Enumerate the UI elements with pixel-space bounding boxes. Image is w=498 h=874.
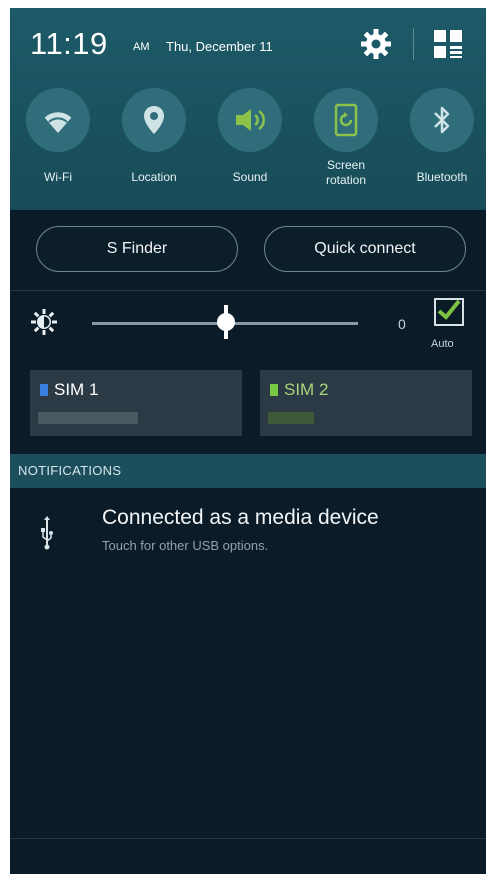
location-pin-icon (144, 106, 164, 134)
divider (10, 290, 486, 291)
sim1-card[interactable]: SIM 1 (30, 370, 242, 436)
divider (10, 838, 486, 839)
sim1-network-bar (38, 412, 138, 424)
brightness-value: 0 (398, 316, 406, 332)
divider (413, 28, 414, 60)
grid-edit-icon (434, 30, 462, 58)
toggle-wifi-circle (26, 88, 90, 152)
sim-card-icon (40, 384, 48, 396)
auto-brightness-checkbox[interactable] (434, 298, 464, 326)
quick-settings-panel: 11:19 AM Thu, December 11 Wi-Fi Location… (10, 8, 486, 210)
sim2-card[interactable]: SIM 2 (260, 370, 472, 436)
toggle-bluetooth-circle (410, 88, 474, 152)
brightness-slider-thumb[interactable] (217, 313, 235, 331)
toggle-wifi[interactable]: Wi-Fi (10, 88, 106, 203)
notification-item[interactable]: Connected as a media device Touch for ot… (10, 494, 486, 574)
bluetooth-icon (434, 106, 450, 134)
notification-title: Connected as a media device (102, 506, 379, 529)
usb-icon (41, 516, 53, 550)
status-row: 11:19 AM Thu, December 11 (10, 8, 486, 82)
wifi-icon (43, 110, 73, 133)
toggle-bluetooth[interactable]: Bluetooth (394, 88, 486, 203)
sim1-label: SIM 1 (54, 380, 99, 399)
toggle-sound-label: Sound (232, 170, 268, 184)
quick-toggles: Wi-Fi Location Sound Screen rotation Blu… (10, 88, 486, 203)
auto-brightness-label: Auto (431, 338, 454, 350)
clock-ampm: AM (133, 41, 150, 53)
sim-card-icon (270, 384, 278, 396)
s-finder-button[interactable]: S Finder (36, 226, 238, 272)
sim2-label: SIM 2 (284, 380, 329, 399)
toggle-sound[interactable]: Sound (202, 88, 298, 203)
sim2-network-bar (268, 412, 314, 424)
toggle-location-circle (122, 88, 186, 152)
toggle-rotation-label-line2: rotation (325, 173, 367, 187)
toggle-location-label: Location (131, 170, 177, 184)
notifications-header: NOTIFICATIONS (10, 454, 486, 488)
date-label: Thu, December 11 (166, 39, 273, 54)
brightness-icon (31, 309, 57, 335)
toggle-wifi-label: Wi-Fi (44, 170, 72, 184)
toggle-rotation-circle (314, 88, 378, 152)
checkmark-icon (437, 299, 461, 320)
quick-connect-button[interactable]: Quick connect (264, 226, 466, 272)
clock-time: 11:19 (30, 26, 108, 61)
toggle-location[interactable]: Location (106, 88, 202, 203)
notifications-header-label: NOTIFICATIONS (18, 463, 122, 478)
quick-panel-edit-button[interactable] (432, 28, 464, 60)
notification-panel: 11:19 AM Thu, December 11 Wi-Fi Location… (10, 8, 486, 874)
toggle-bluetooth-label: Bluetooth (416, 170, 468, 184)
toggle-sound-circle (218, 88, 282, 152)
rotation-icon (334, 103, 358, 137)
speaker-icon (236, 109, 265, 131)
toggle-screen-rotation[interactable]: Screen rotation (298, 88, 394, 203)
toggle-rotation-label: Screen rotation (298, 158, 394, 188)
settings-button[interactable] (358, 26, 394, 62)
gear-icon (361, 29, 391, 59)
toggle-rotation-label-line1: Screen (326, 158, 366, 172)
notification-subtitle: Touch for other USB options. (102, 538, 269, 553)
